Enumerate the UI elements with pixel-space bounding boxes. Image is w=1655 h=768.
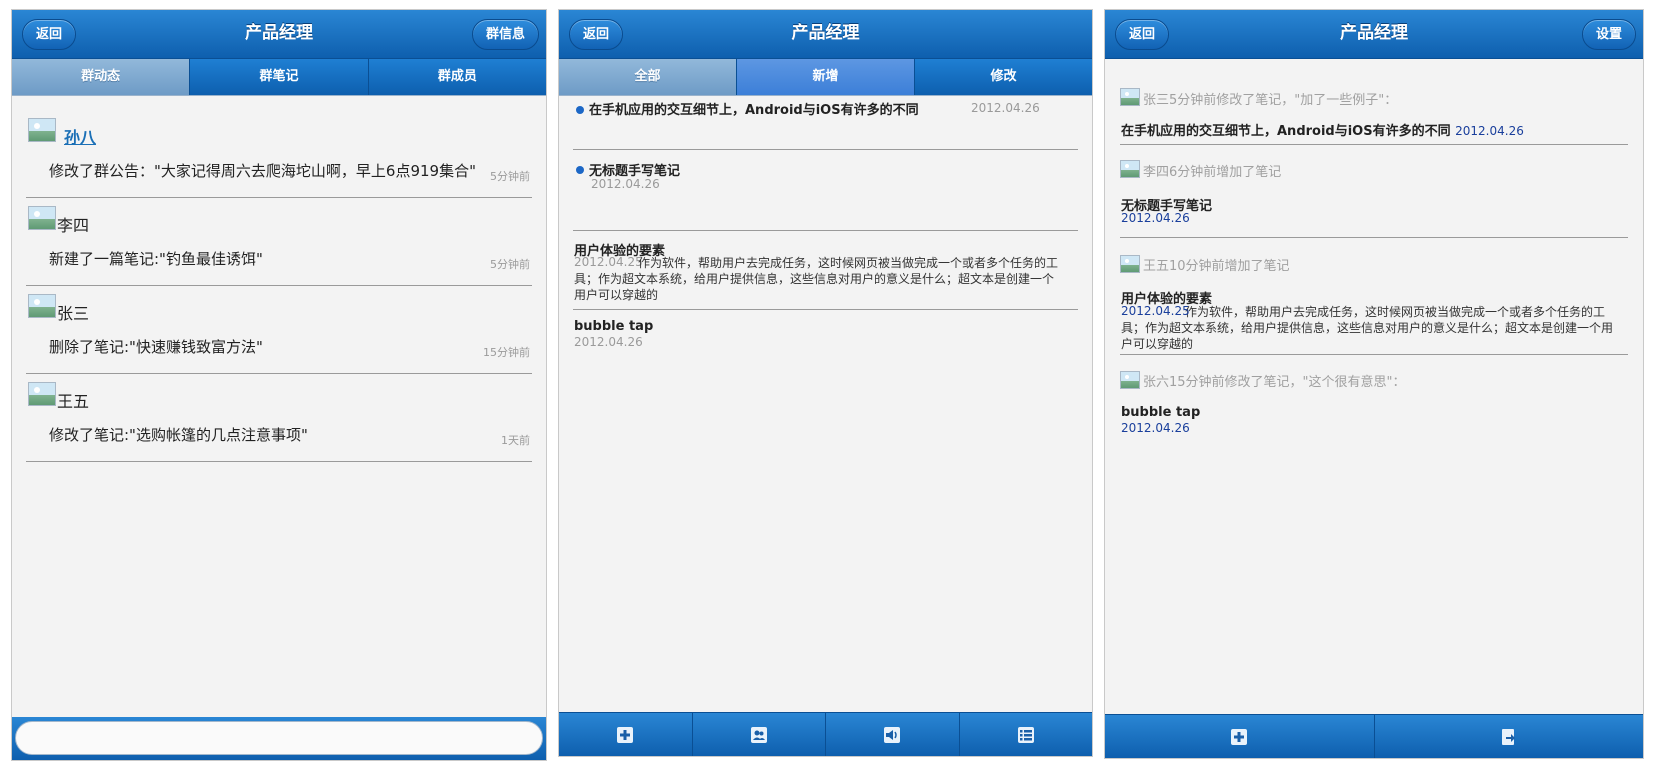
add-note-button[interactable] — [1105, 715, 1374, 758]
export-button[interactable] — [1373, 715, 1644, 758]
note-date: 2012.04.26 — [591, 177, 660, 191]
update-meta: 李四6分钟前增加了笔记 — [1143, 165, 1282, 180]
plus-icon — [617, 726, 634, 743]
bottom-toolbar — [1105, 714, 1643, 758]
back-button[interactable]: 返回 — [1115, 19, 1170, 50]
avatar-image-icon — [28, 118, 56, 142]
note-date: 2012.04.26 — [1121, 421, 1190, 435]
note-excerpt: 作为软件，帮助用户去完成任务，这时候网页被当做完成一个或者多个任务的工具；作为超… — [1121, 305, 1614, 351]
user-name: 王五 — [57, 392, 90, 411]
timestamp: 5分钟前 — [490, 258, 530, 271]
list-item[interactable]: 王五 修改了笔记:"选购帐篷的几点注意事项" 1天前 — [26, 374, 532, 462]
timestamp: 5分钟前 — [490, 170, 530, 183]
plus-icon — [1231, 728, 1248, 745]
group-activity-screen: 产品经理 返回 群信息 群动态 群笔记 群成员 孙八 修改了群公告："大家记得周… — [11, 9, 547, 761]
user-name: 李四 — [57, 216, 90, 235]
export-icon — [1501, 728, 1515, 745]
avatar-image-icon — [1120, 255, 1140, 273]
list-item[interactable]: 张三 删除了笔记:"快速赚钱致富方法" 15分钟前 — [26, 286, 532, 374]
note-title: 在手机应用的交互细节上，Android与iOS有许多的不同 — [589, 103, 919, 118]
note-date: 2012.04.26 — [1121, 211, 1190, 225]
list-item[interactable]: 无标题手写笔记 2012.04.26 — [573, 150, 1078, 231]
bottom-toolbar — [559, 712, 1092, 756]
page-title: 产品经理 — [1340, 23, 1408, 43]
update-meta: 王五10分钟前增加了笔记 — [1143, 259, 1290, 274]
list-item[interactable]: 张六15分钟前修改了笔记，"这个很有意思"： bubble tap 2012.0… — [1120, 355, 1628, 445]
group-info-button[interactable]: 群信息 — [471, 19, 539, 50]
update-meta: 张六15分钟前修改了笔记，"这个很有意思"： — [1143, 375, 1406, 390]
list-item[interactable]: 王五10分钟前增加了笔记 用户体验的要素 2012.04.25 作为软件，帮助用… — [1120, 238, 1628, 355]
user-name-link[interactable]: 孙八 — [64, 124, 96, 148]
note-date: 2012.04.26 — [574, 335, 643, 349]
timestamp: 1天前 — [501, 434, 530, 447]
list-item[interactable]: 在手机应用的交互细节上，Android与iOS有许多的不同 2012.04.26 — [573, 90, 1078, 150]
note-title: 在手机应用的交互细节上，Android与iOS有许多的不同 — [1121, 124, 1451, 139]
timestamp: 15分钟前 — [483, 346, 530, 359]
tab-group-activity[interactable]: 群动态 — [12, 59, 190, 95]
back-button[interactable]: 返回 — [22, 19, 77, 50]
avatar-image-icon — [28, 206, 56, 230]
avatar-image-icon — [28, 382, 56, 406]
tab-bar: 群动态 群笔记 群成员 — [12, 59, 546, 96]
note-excerpt: 作为软件，帮助用户去完成任务，这时候网页被当做完成一个或者多个任务的工具；作为超… — [574, 256, 1059, 302]
tab-group-notes[interactable]: 群笔记 — [189, 59, 368, 95]
group-icon — [750, 726, 767, 743]
update-meta: 张三5分钟前修改了笔记，"加了一些例子"： — [1143, 93, 1398, 108]
user-name: 张三 — [57, 304, 90, 323]
note-title: bubble tap — [1121, 405, 1201, 420]
note-updates-screen: 产品经理 返回 设置 张三5分钟前修改了笔记，"加了一些例子"： 在手机应用的交… — [1104, 9, 1644, 759]
activity-feed: 孙八 修改了群公告："大家记得周六去爬海坨山啊，早上6点919集合" 5分钟前 … — [26, 110, 532, 462]
avatar-image-icon — [1120, 371, 1140, 389]
list-item[interactable]: 孙八 修改了群公告："大家记得周六去爬海坨山啊，早上6点919集合" 5分钟前 — [26, 110, 532, 198]
settings-button[interactable]: 设置 — [1581, 19, 1636, 50]
members-button[interactable] — [691, 713, 826, 756]
list-item[interactable]: 李四6分钟前增加了笔记 无标题手写笔记 2012.04.26 — [1120, 145, 1628, 238]
note-date: 2012.04.26 — [971, 101, 1040, 115]
note-date: 2012.04.25 — [1121, 304, 1190, 318]
tab-group-members[interactable]: 群成员 — [367, 59, 546, 95]
message-input-bar — [12, 717, 546, 760]
activity-text: 修改了群公告："大家记得周六去爬海坨山啊，早上6点919集合" — [49, 162, 476, 180]
add-note-button[interactable] — [559, 713, 692, 756]
header-bar: 产品经理 返回 群信息 — [12, 10, 546, 59]
header-bar: 产品经理 返回 — [559, 10, 1092, 59]
notes-list: 在手机应用的交互细节上，Android与iOS有许多的不同 2012.04.26… — [573, 90, 1078, 358]
new-indicator-dot — [576, 106, 584, 114]
note-title-row: 在手机应用的交互细节上，Android与iOS有许多的不同 2012.04.26 — [1121, 120, 1524, 139]
activity-text: 修改了笔记:"选购帐篷的几点注意事项" — [49, 426, 308, 444]
message-input[interactable] — [15, 721, 543, 755]
list-item[interactable]: 用户体验的要素 2012.04.25 作为软件，帮助用户去完成任务，这时候网页被… — [573, 231, 1078, 310]
list-item[interactable]: 李四 新建了一篇笔记:"钓鱼最佳诱饵" 5分钟前 — [26, 198, 532, 286]
avatar-image-icon — [1120, 88, 1140, 106]
avatar-image-icon — [28, 294, 56, 318]
back-button[interactable]: 返回 — [569, 19, 624, 50]
speaker-icon — [884, 726, 901, 743]
page-title: 产品经理 — [791, 23, 860, 43]
note-date: 2012.04.26 — [1455, 124, 1524, 138]
update-list: 张三5分钟前修改了笔记，"加了一些例子"： 在手机应用的交互细节上，Androi… — [1120, 82, 1628, 445]
list-icon — [1017, 726, 1034, 743]
avatar-image-icon — [1120, 160, 1140, 178]
list-item[interactable]: bubble tap 2012.04.26 — [573, 310, 1078, 358]
page-title: 产品经理 — [245, 23, 313, 43]
activity-text: 删除了笔记:"快速赚钱致富方法" — [49, 338, 263, 356]
list-item[interactable]: 张三5分钟前修改了笔记，"加了一些例子"： 在手机应用的交互细节上，Androi… — [1120, 82, 1628, 145]
header-bar: 产品经理 返回 设置 — [1105, 10, 1643, 59]
audio-button[interactable] — [825, 713, 959, 756]
note-title: bubble tap — [574, 319, 654, 334]
new-indicator-dot — [576, 166, 584, 174]
activity-text: 新建了一篇笔记:"钓鱼最佳诱饵" — [49, 250, 263, 268]
list-view-button[interactable] — [958, 713, 1093, 756]
group-notes-screen: 产品经理 返回 全部 新增 修改 在手机应用的交互细节上，Android与iOS… — [558, 9, 1093, 757]
